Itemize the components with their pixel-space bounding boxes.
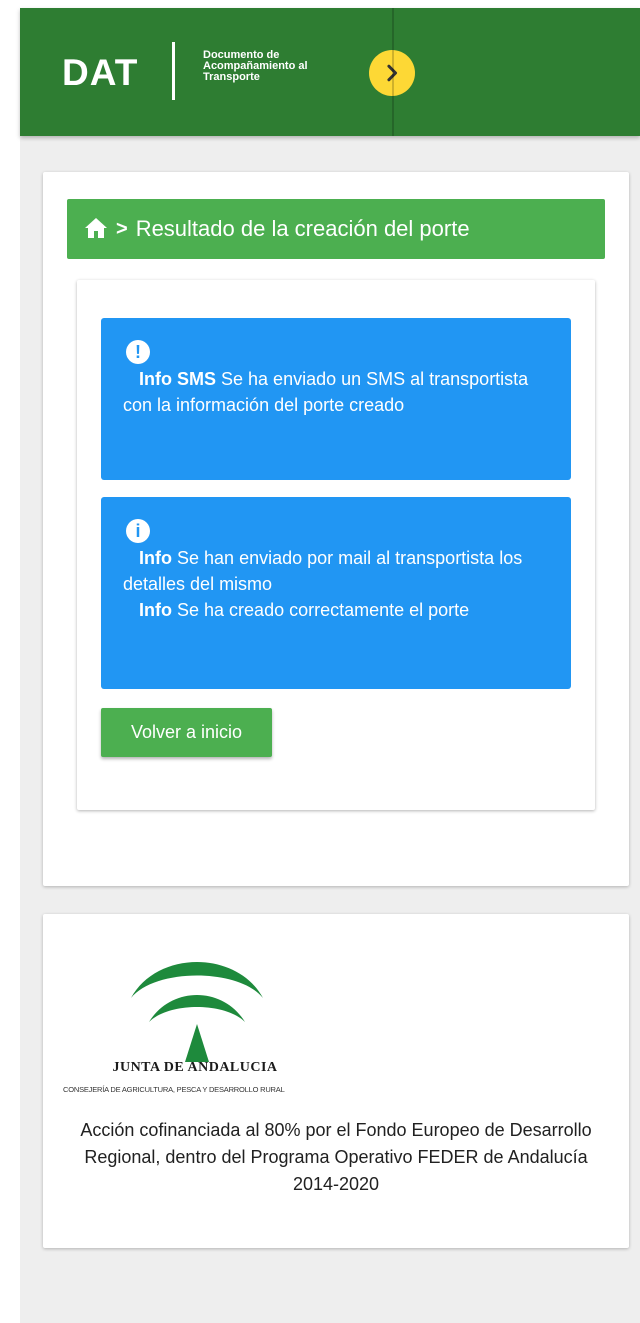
- department-name: CONSEJERÍA DE AGRICULTURA, PESCA Y DESAR…: [63, 1085, 285, 1094]
- back-to-home-button[interactable]: Volver a inicio: [101, 708, 272, 757]
- result-panel: ! Info SMS Se ha enviado un SMS al trans…: [77, 280, 595, 810]
- page-title: Resultado de la creación del porte: [135, 216, 470, 241]
- info-alert-label: Info: [139, 600, 172, 620]
- page-background: DAT Documento de Acompañamiento al Trans…: [20, 8, 640, 1323]
- breadcrumb-separator: >: [116, 217, 128, 240]
- sms-alert: ! Info SMS Se ha enviado un SMS al trans…: [101, 318, 571, 480]
- footer-card: JUNTA DE ANDALUCIA CONSEJERÍA DE AGRICUL…: [43, 914, 629, 1248]
- sms-alert-message: Info SMS Se ha enviado un SMS al transpo…: [123, 366, 551, 418]
- app-logo[interactable]: DAT: [62, 52, 138, 94]
- institution-name: JUNTA DE ANDALUCIA: [112, 1060, 278, 1075]
- info-alert-message-mail: Info Se han enviado por mail al transpor…: [123, 545, 551, 597]
- info-alert-message-created: Info Se ha creado correctamente el porte: [123, 597, 551, 623]
- logo-divider: [172, 42, 175, 100]
- info-alert-text: Se ha creado correctamente el porte: [177, 600, 470, 620]
- info-icon: i: [126, 519, 150, 543]
- sms-alert-label: Info SMS: [139, 369, 216, 389]
- app-header: DAT Documento de Acompañamiento al Trans…: [20, 8, 640, 136]
- info-alert: i Info Se han enviado por mail al transp…: [101, 497, 571, 689]
- exclamation-icon: !: [126, 340, 150, 364]
- home-icon[interactable]: [84, 217, 108, 241]
- info-alert-text: Se han enviado por mail al transportista…: [123, 548, 523, 594]
- main-card: > Resultado de la creación del porte ! I…: [43, 172, 629, 886]
- breadcrumb: > Resultado de la creación del porte: [67, 199, 605, 259]
- funding-statement: Acción cofinanciada al 80% por el Fondo …: [80, 1120, 592, 1194]
- app-subtitle: Documento de Acompañamiento al Transport…: [203, 49, 308, 83]
- header-split-line: [392, 8, 394, 136]
- info-alert-label: Info: [139, 548, 172, 568]
- junta-andalucia-logo-icon: [131, 962, 263, 1062]
